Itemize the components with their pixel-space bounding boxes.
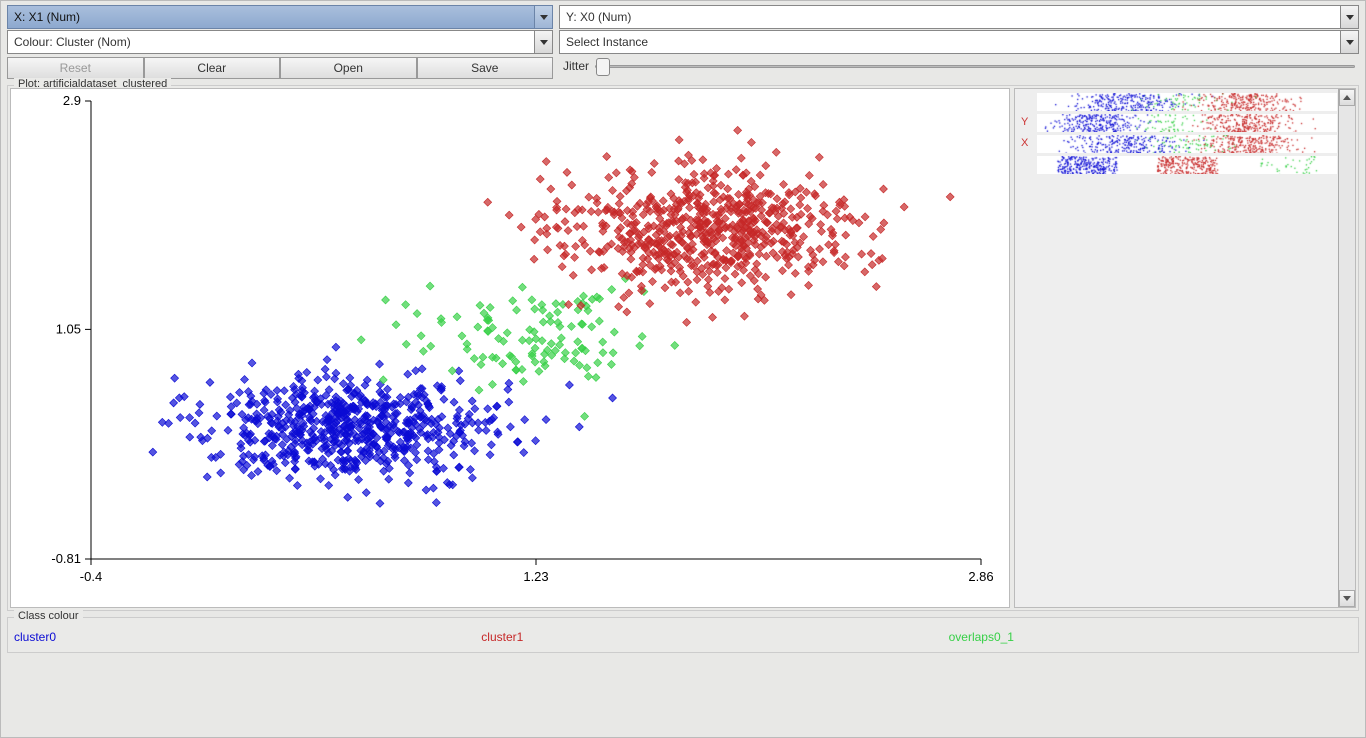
class-label-cluster1: cluster1 — [481, 630, 523, 644]
jitter-slider-thumb[interactable] — [596, 58, 610, 76]
svg-text:-0.81: -0.81 — [51, 551, 81, 566]
thumbnails-inner: Y X — [1015, 89, 1338, 181]
class-label-overlaps: overlaps0_1 — [949, 630, 1014, 644]
class-colour-title: Class colour — [14, 610, 83, 622]
thumbnail-strip[interactable]: Y — [1019, 114, 1334, 132]
jitter-row: Jitter — [559, 59, 1359, 73]
x-axis-dropdown-label: X: X1 (Num) — [8, 10, 534, 24]
top-controls: X: X1 (Num) Colour: Cluster (Nom) Reset … — [1, 1, 1365, 79]
y-axis-dropdown[interactable]: Y: X0 (Num) — [559, 5, 1359, 29]
jitter-slider[interactable] — [595, 65, 1355, 68]
class-colour-row: cluster0 cluster1 overlaps0_1 — [14, 630, 1014, 644]
thumbnail-strip[interactable]: X — [1019, 135, 1334, 153]
chevron-down-icon — [1340, 31, 1358, 53]
right-controls-column: Y: X0 (Num) Select Instance Jitter — [559, 5, 1359, 79]
button-row: Reset Clear Open Save — [7, 57, 553, 79]
colour-dropdown-label: Colour: Cluster (Nom) — [8, 35, 534, 49]
save-button[interactable]: Save — [417, 57, 554, 79]
x-axis-dropdown[interactable]: X: X1 (Num) — [7, 5, 553, 29]
thumbnail-canvas — [1037, 93, 1337, 111]
jitter-label: Jitter — [563, 59, 589, 73]
select-instance-dropdown[interactable]: Select Instance — [559, 30, 1359, 54]
chevron-down-icon — [1340, 6, 1358, 28]
svg-text:-0.4: -0.4 — [80, 569, 102, 584]
svg-text:2.9: 2.9 — [63, 93, 81, 108]
scatter-plot[interactable]: -0.4 1.23 2.86 -0.81 1.05 2.9 — [10, 88, 1010, 608]
svg-text:2.86: 2.86 — [968, 569, 993, 584]
thumbnail-strip[interactable] — [1019, 156, 1334, 174]
thumbnail-canvas — [1037, 135, 1337, 153]
left-controls-column: X: X1 (Num) Colour: Cluster (Nom) Reset … — [7, 5, 553, 79]
class-colour-fieldset: Class colour cluster0 cluster1 overlaps0… — [7, 617, 1359, 653]
thumbnail-canvas — [1037, 156, 1337, 174]
reset-button[interactable]: Reset — [7, 57, 144, 79]
plot-fieldset: Plot: artificialdataset_clustered -0.41.… — [7, 85, 1359, 611]
thumbnail-canvas — [1037, 114, 1337, 132]
thumbnail-y-label: Y — [1021, 116, 1028, 128]
weka-visualize-panel: X: X1 (Num) Colour: Cluster (Nom) Reset … — [0, 0, 1366, 738]
colour-dropdown[interactable]: Colour: Cluster (Nom) — [7, 30, 553, 54]
open-button[interactable]: Open — [280, 57, 417, 79]
plot-section: Plot: artificialdataset_clustered -0.41.… — [7, 85, 1359, 611]
scroll-up-icon[interactable] — [1339, 89, 1355, 106]
thumbnails-scrollbar[interactable] — [1338, 89, 1355, 607]
thumbnail-strip[interactable] — [1019, 93, 1334, 111]
chevron-down-icon — [534, 31, 552, 53]
svg-text:1.05: 1.05 — [56, 321, 81, 336]
scroll-down-icon[interactable] — [1339, 590, 1355, 607]
class-label-cluster0: cluster0 — [14, 630, 56, 644]
thumbnail-x-label: X — [1021, 137, 1028, 149]
chevron-down-icon — [534, 6, 552, 28]
svg-text:1.23: 1.23 — [523, 569, 548, 584]
select-instance-dropdown-label: Select Instance — [560, 35, 1340, 49]
attribute-thumbnails-panel: Y X — [1014, 88, 1356, 608]
plot-row: -0.4 1.23 2.86 -0.81 1.05 2.9 Y X — [10, 88, 1356, 608]
scrollbar-track[interactable] — [1339, 106, 1355, 590]
y-axis-dropdown-label: Y: X0 (Num) — [560, 10, 1340, 24]
clear-button[interactable]: Clear — [144, 57, 281, 79]
